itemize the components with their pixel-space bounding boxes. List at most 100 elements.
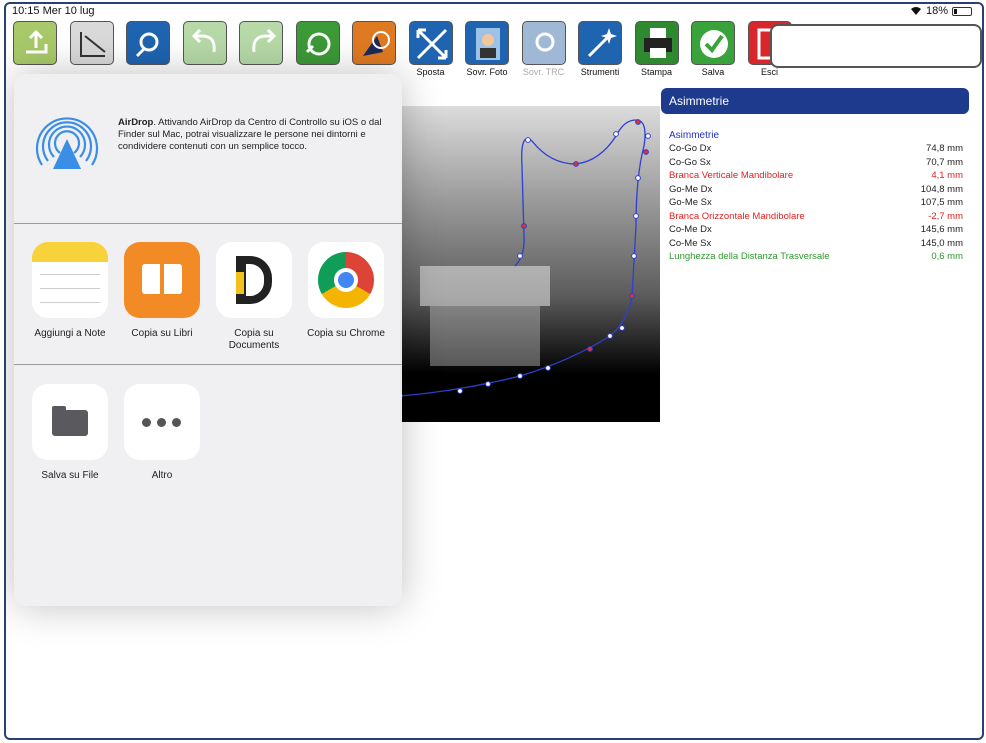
result-name: Co-Me Sx <box>669 237 712 249</box>
toolbar-button-12[interactable]: Salva <box>688 21 738 77</box>
rotate-icon <box>295 21 340 65</box>
folder-icon <box>32 384 108 460</box>
result-name: Go-Me Dx <box>669 183 713 195</box>
share-item-3[interactable]: Copia su Chrome <box>302 242 390 340</box>
result-row: Branca Orizzontale Mandibolare -2,7 mm <box>661 211 969 225</box>
toolbar-button-2[interactable] <box>123 21 173 67</box>
landmark-point[interactable] <box>635 175 641 181</box>
toolbar-button-3[interactable] <box>180 21 230 67</box>
export-icon <box>13 21 57 65</box>
landmark-point[interactable] <box>525 137 531 143</box>
landmark-point[interactable] <box>587 346 593 352</box>
toolbar-button-9[interactable]: Sovr. TRC <box>519 21 569 77</box>
result-value: 104,8 mm <box>920 183 963 195</box>
landmark-point[interactable] <box>573 161 579 167</box>
share-item-0[interactable]: Aggiungi a Note <box>26 242 114 340</box>
redo-icon <box>239 21 283 65</box>
toolbar-label: Strumenti <box>580 67 620 77</box>
result-value: 107,5 mm <box>920 197 963 208</box>
result-name: Lunghezza della Distanza Trasversale <box>669 251 830 262</box>
books-icon <box>124 242 200 318</box>
share-item-label: Copia su Chrome <box>307 328 385 339</box>
toolbar-label: Salva <box>701 67 725 77</box>
landmark-point[interactable] <box>545 365 551 371</box>
save-icon <box>691 21 735 65</box>
divider <box>14 364 402 365</box>
airdrop-icon <box>35 117 99 169</box>
share-item-0[interactable]: Salva su File <box>26 384 114 482</box>
toolbar-button-11[interactable]: Stampa <box>632 21 682 77</box>
landmark-point[interactable] <box>613 131 619 137</box>
mandible-tracing[interactable] <box>397 106 660 422</box>
result-name: Go-Me Sx <box>669 197 712 208</box>
share-item-1[interactable]: Copia su Libri <box>118 242 206 340</box>
trc-overlay-icon <box>521 21 566 65</box>
result-name: Branca Verticale Mandibolare <box>669 170 794 181</box>
move-icon <box>408 21 453 65</box>
print-icon <box>634 21 679 65</box>
chrome-icon <box>308 242 384 318</box>
share-item-label: Copia su Documents <box>228 328 280 351</box>
photo-overlay-icon <box>465 21 509 65</box>
results-panel: Asimmetrie Asimmetrie Co-Go Dx 74,8 mm Co-… <box>661 88 969 265</box>
share-item-label: Copia su Libri <box>131 328 193 339</box>
landmark-point[interactable] <box>643 149 649 155</box>
share-item-1[interactable]: Altro <box>118 384 206 482</box>
toolbar-button-8[interactable]: Sovr. Foto <box>462 21 512 77</box>
results-section-title: Asimmetrie <box>669 130 720 141</box>
calibrate-icon <box>69 21 114 65</box>
landmark-point[interactable] <box>521 223 527 229</box>
share-item-label: Aggiungi a Note <box>34 328 106 339</box>
xray-image[interactable] <box>397 106 660 422</box>
battery-icon <box>952 6 972 16</box>
lasso-icon <box>126 21 170 65</box>
share-item-label: Salva su File <box>41 470 99 481</box>
documents-icon <box>216 242 292 318</box>
battery-percent: 18% <box>925 5 948 17</box>
toolbar-button-0[interactable] <box>10 21 60 67</box>
more-icon <box>124 384 200 460</box>
result-row: Co-Go Dx 74,8 mm <box>661 143 969 157</box>
airdrop-title: AirDrop <box>118 117 154 128</box>
landmark-point[interactable] <box>607 333 613 339</box>
landmark-point[interactable] <box>485 381 491 387</box>
result-row: Go-Me Sx 107,5 mm <box>661 197 969 211</box>
result-value: 4,1 mm <box>931 170 963 181</box>
share-item-2[interactable]: Copia su Documents <box>210 242 298 352</box>
toolbar-button-7[interactable]: Sposta <box>406 21 456 77</box>
landmark-point[interactable] <box>457 388 463 394</box>
result-value: 0,6 mm <box>931 251 963 262</box>
share-sheet: AirDrop. Attivando AirDrop da Centro di … <box>14 74 402 606</box>
result-name: Co-Go Dx <box>669 143 712 154</box>
results-header: Asimmetrie <box>661 88 969 114</box>
airdrop-text: . Attivando AirDrop da Centro di Control… <box>118 117 382 152</box>
landmark-point[interactable] <box>517 253 523 259</box>
toolbar-button-1[interactable] <box>67 21 117 67</box>
share-item-label: Altro <box>151 470 173 481</box>
app-window: 10:15 Mer 10 lug 18% Sposta Sovr. Foto Sov… <box>4 2 984 740</box>
result-row: Go-Me Dx 104,8 mm <box>661 184 969 198</box>
notes-icon <box>32 242 108 318</box>
result-value: 145,0 mm <box>920 237 963 249</box>
toolbar-button-6[interactable] <box>349 21 399 67</box>
results-table: Co-Go Dx 74,8 mm Co-Go Sx 70,7 mm Branca Ver… <box>661 143 969 265</box>
result-row: Co-Me Dx 145,6 mm <box>661 224 969 238</box>
landmark-point[interactable] <box>631 253 637 259</box>
airdrop-section[interactable]: AirDrop. Attivando AirDrop da Centro di … <box>14 74 402 224</box>
toolbar-button-4[interactable] <box>236 21 286 67</box>
toolbar-button-5[interactable] <box>293 21 343 67</box>
landmark-point[interactable] <box>517 373 523 379</box>
toolbar-button-10[interactable]: Strumenti <box>575 21 625 77</box>
status-time: 10:15 Mer 10 lug <box>12 5 95 17</box>
landmark-point[interactable] <box>619 325 625 331</box>
toolbar-label: Esci <box>760 67 778 77</box>
result-value: 70,7 mm <box>926 156 963 168</box>
cursor-icon <box>352 21 396 65</box>
landmark-point[interactable] <box>633 213 639 219</box>
landmark-point[interactable] <box>645 133 651 139</box>
landmark-point[interactable] <box>635 119 641 125</box>
result-row: Co-Me Sx 145,0 mm <box>661 238 969 252</box>
toolbar-label: Stampa <box>640 67 673 77</box>
landmark-point[interactable] <box>629 293 635 299</box>
search-input[interactable] <box>770 24 982 68</box>
